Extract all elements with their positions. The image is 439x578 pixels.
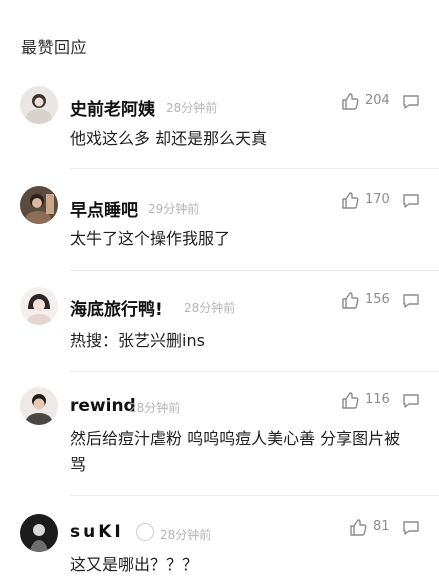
avatar[interactable]: [20, 387, 58, 425]
comment-time: 28分钟前: [184, 301, 236, 315]
commenter-name[interactable]: 海底旅行鸭!: [70, 295, 163, 320]
thumbs-up-icon[interactable]: [341, 92, 359, 110]
thumbs-up-icon[interactable]: [349, 518, 367, 536]
comment-bubble-icon[interactable]: [402, 293, 420, 309]
thumbs-up-icon[interactable]: [341, 191, 359, 209]
comment-bubble-icon[interactable]: [402, 193, 420, 209]
divider: [70, 168, 439, 169]
commenter-name[interactable]: suKI: [70, 522, 124, 542]
comment-time: 28分钟前: [166, 101, 218, 115]
comment-text: 这又是哪出？？？: [70, 555, 199, 574]
thumbs-up-icon[interactable]: [341, 391, 359, 409]
comment-bubble-icon[interactable]: [402, 520, 420, 536]
user-badge-icon: [135, 522, 155, 542]
divider: [70, 495, 439, 496]
commenter-name[interactable]: 早点睡吧: [70, 196, 138, 221]
comment-bubble-icon[interactable]: [402, 94, 420, 110]
like-count: 170: [365, 192, 390, 207]
comments-page: 最赞回应 史前老阿姨 28分钟前 204 他戏这么多 却还是那么天真 早点睡吧 …: [0, 0, 439, 578]
comment-text: 他戏这么多 却还是那么天真: [70, 129, 268, 148]
thumbs-up-icon[interactable]: [341, 291, 359, 309]
divider: [70, 371, 439, 372]
comment-text: 太牛了这个操作我服了: [70, 229, 231, 248]
section-title: 最赞回应: [21, 38, 88, 57]
avatar[interactable]: [20, 186, 58, 224]
like-count: 116: [365, 392, 390, 407]
commenter-name[interactable]: 史前老阿姨: [70, 95, 155, 120]
like-count: 204: [365, 93, 390, 108]
avatar[interactable]: [20, 86, 58, 124]
comment-bubble-icon[interactable]: [402, 393, 420, 409]
like-count: 81: [373, 519, 390, 534]
avatar[interactable]: [20, 514, 58, 552]
divider: [70, 270, 439, 271]
comment-time: 28分钟前: [160, 528, 212, 542]
comment-time: 29分钟前: [148, 202, 200, 216]
commenter-name[interactable]: rewind: [70, 396, 136, 416]
avatar[interactable]: [20, 287, 58, 325]
comment-time: 28分钟前: [129, 401, 181, 415]
comment-text: 然后给痘汁虐粉 呜呜呜痘人美心善 分享图片被骂: [70, 429, 401, 474]
like-count: 156: [365, 292, 390, 307]
comment-text: 热搜：张艺兴删ins: [70, 331, 205, 350]
